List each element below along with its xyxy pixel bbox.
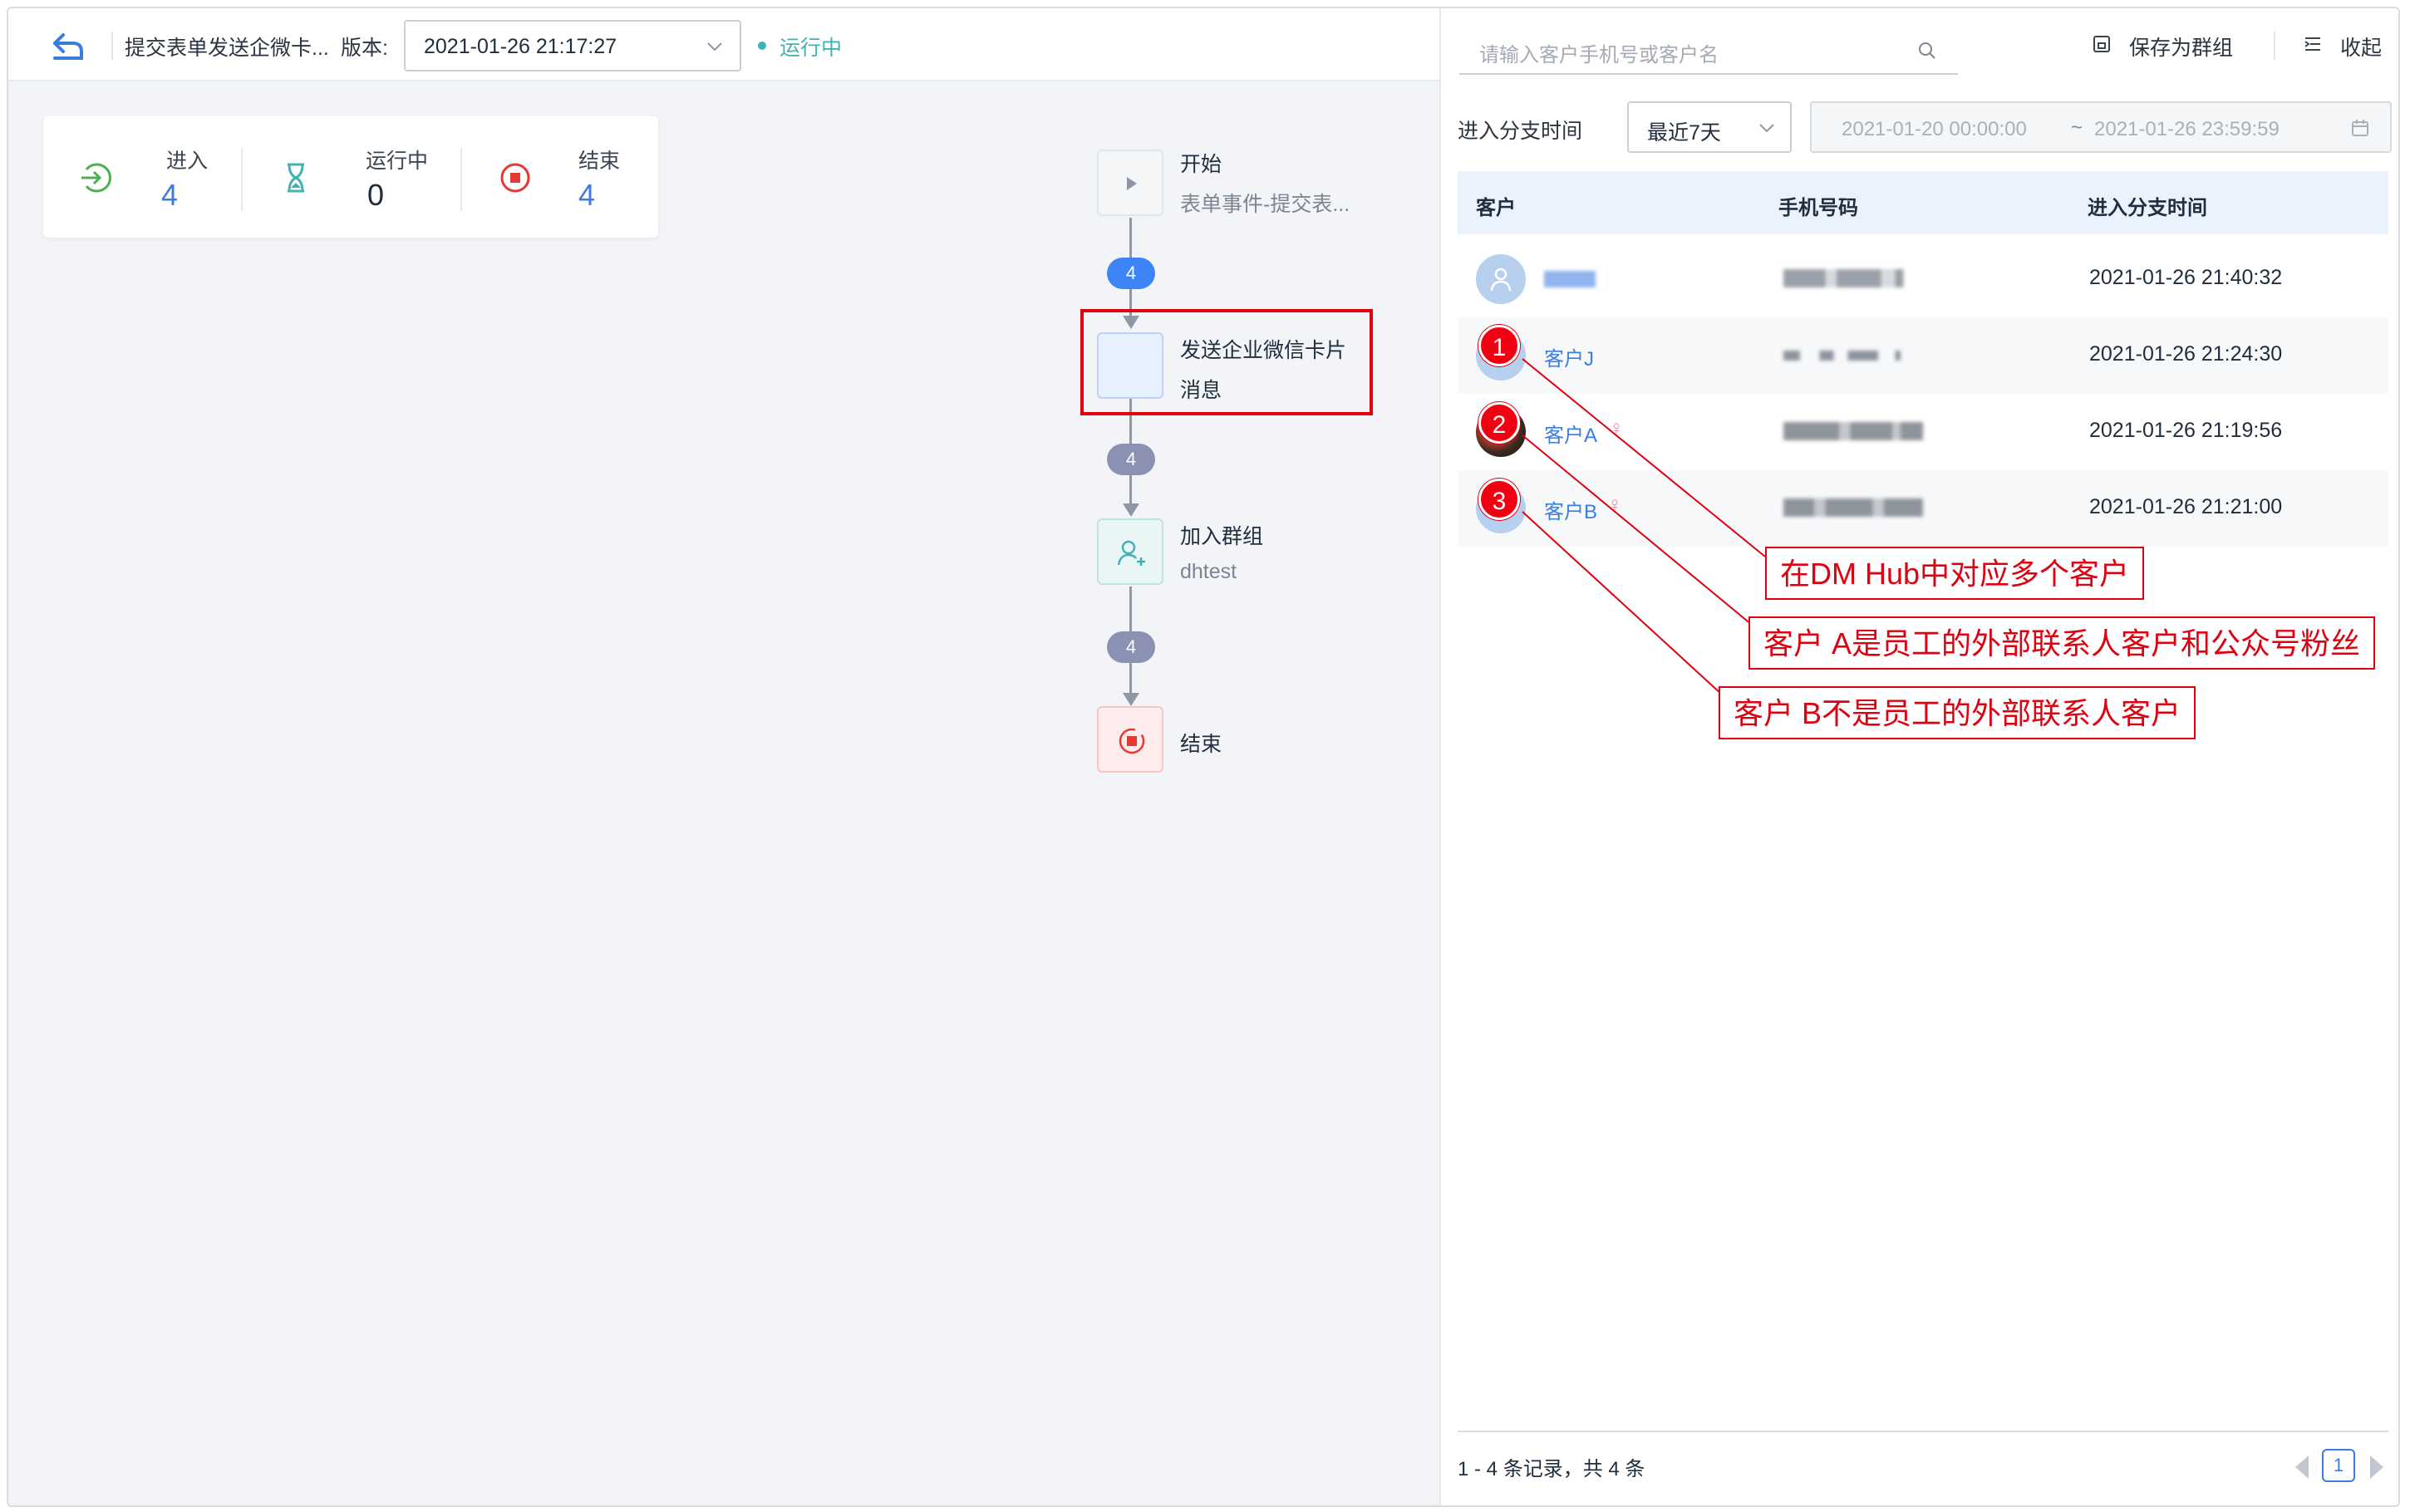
- phone-number: [1783, 269, 1923, 287]
- avatar: [1476, 254, 1526, 304]
- add-group-icon: [1117, 540, 1145, 566]
- stat-enter-value: 4: [161, 178, 179, 212]
- time-filter-label: 进入分支时间: [1458, 120, 1583, 143]
- play-icon: [1127, 177, 1137, 190]
- annotation-callout: 客户 A是员工的外部联系人客户和公众号粉丝: [1748, 616, 2376, 670]
- node-title: 结束: [1180, 733, 1222, 756]
- phone-number: [1783, 498, 1923, 517]
- flow-node-join-group[interactable]: [1097, 518, 1163, 585]
- annotation-callout: 在DM Hub中对应多个客户: [1765, 547, 2145, 600]
- table-row[interactable]: 客户B ♀ 2021-01-26 21:21:00: [1458, 470, 2388, 547]
- customer-name[interactable]: [1544, 271, 1596, 287]
- entry-time: 2021-01-26 21:40:32: [2089, 266, 2283, 289]
- version-select[interactable]: 2021-01-26 21:17:27: [404, 20, 741, 71]
- date-range-picker[interactable]: 2021-01-20 00:00:00 ~ 2021-01-26 23:59:5…: [1810, 101, 2392, 153]
- enter-icon: [81, 163, 111, 193]
- stat-running-value: 0: [367, 178, 385, 212]
- customer-name[interactable]: 客户A: [1544, 419, 1597, 448]
- table-row[interactable]: 2021-01-26 21:40:32: [1458, 241, 2388, 317]
- customer-name[interactable]: 客户B: [1544, 495, 1597, 524]
- table-header: 客户 手机号码 进入分支时间: [1458, 171, 2388, 234]
- version-value: 2021-01-26 21:17:27: [424, 35, 617, 58]
- entry-time: 2021-01-26 21:24:30: [2089, 342, 2283, 366]
- flow-title: 提交表单发送企微卡...: [125, 37, 329, 60]
- flow-node-start[interactable]: [1097, 150, 1163, 216]
- search-placeholder: 请输入客户手机号或客户名: [1479, 44, 1719, 66]
- flow-count-badge: 4: [1107, 444, 1155, 475]
- stat-enter-label: 进入: [166, 150, 209, 173]
- status-dot: [758, 42, 766, 50]
- stat-end-value: 4: [578, 178, 596, 212]
- annotation-badge: 2: [1478, 402, 1520, 444]
- date-end: 2021-01-26 23:59:59: [2094, 118, 2280, 140]
- divider: [111, 32, 113, 60]
- range-select[interactable]: 最近7天: [1627, 101, 1792, 153]
- app-window: 提交表单发送企微卡... 版本: 2021-01-26 21:17:27 运行中…: [7, 7, 2400, 1507]
- node-title: 开始: [1180, 153, 1222, 176]
- status-text: 运行中: [780, 37, 843, 60]
- annotation-badge: 3: [1478, 479, 1520, 520]
- divider: [2274, 32, 2275, 60]
- entry-time: 2021-01-26 21:19:56: [2089, 419, 2283, 442]
- date-separator: ~: [2071, 116, 2083, 139]
- save-icon: [2093, 36, 2110, 52]
- search-icon[interactable]: [1916, 40, 1938, 61]
- calendar-icon: [2352, 120, 2368, 136]
- column-header: 进入分支时间: [2088, 197, 2207, 219]
- stop-icon: [500, 163, 530, 193]
- table-row[interactable]: 客户J 2021-01-26 21:24:30: [1458, 317, 2388, 394]
- back-icon[interactable]: [48, 25, 88, 65]
- highlight-box: [1080, 309, 1373, 415]
- entry-time: 2021-01-26 21:21:00: [2089, 495, 2283, 518]
- prev-page-icon[interactable]: [2295, 1456, 2309, 1479]
- node-subtitle: dhtest: [1180, 560, 1237, 583]
- collapse-icon: [2304, 37, 2320, 51]
- stop-icon: [1119, 728, 1145, 754]
- stats-card: 进入 4 运行中 0 结束 4: [43, 116, 658, 238]
- page-number[interactable]: 1: [2322, 1449, 2355, 1482]
- flow-connector: [1129, 474, 1132, 507]
- hourglass-icon: [288, 163, 304, 193]
- save-as-group-label: 保存为群组: [2129, 37, 2234, 60]
- divider: [1458, 1431, 2388, 1432]
- record-count: 1 - 4 条记录，共 4 条: [1458, 1458, 1645, 1480]
- stat-running: 运行中 0: [243, 116, 460, 238]
- female-icon: ♀: [1609, 417, 1624, 439]
- stat-running-label: 运行中: [366, 150, 429, 173]
- female-icon: ♀: [1607, 493, 1622, 516]
- collapse-label: 收起: [2340, 37, 2383, 60]
- user-icon: [1490, 268, 1512, 292]
- annotation-callout: 客户 B不是员工的外部联系人客户: [1719, 686, 2196, 739]
- chevron-down-icon: [1759, 124, 1774, 133]
- chevron-down-icon: [707, 42, 722, 52]
- annotation-badge: 1: [1478, 325, 1520, 366]
- flow-count-badge: 4: [1107, 631, 1155, 663]
- node-subtitle: 表单事件-提交表...: [1180, 193, 1350, 216]
- node-title: 加入群组: [1180, 525, 1264, 548]
- customer-panel: 请输入客户手机号或客户名 保存为群组 收起 进入分支时间 最近7天 2021-0…: [1439, 8, 2398, 1505]
- column-header: 手机号码: [1778, 197, 1858, 219]
- flow-node-end[interactable]: [1097, 706, 1163, 773]
- next-page-icon[interactable]: [2370, 1456, 2383, 1479]
- phone-number: [1783, 422, 1923, 440]
- customer-name[interactable]: 客户J: [1544, 342, 1594, 371]
- stat-end-label: 结束: [578, 150, 621, 173]
- stat-end: 结束 4: [460, 116, 658, 238]
- top-bar: 提交表单发送企微卡... 版本: 2021-01-26 21:17:27 运行中: [8, 8, 1439, 81]
- table-row[interactable]: 客户A ♀ 2021-01-26 21:19:56: [1458, 394, 2388, 470]
- arrow-icon: [1123, 503, 1139, 517]
- arrow-icon: [1123, 693, 1139, 706]
- column-header: 客户: [1476, 197, 1516, 219]
- search-box[interactable]: 请输入客户手机号或客户名: [1459, 20, 1958, 75]
- range-value: 最近7天: [1647, 121, 1721, 145]
- phone-number: [1783, 351, 1923, 361]
- version-label: 版本:: [341, 37, 388, 60]
- stat-enter: 进入 4: [43, 116, 243, 238]
- flow-count-badge: 4: [1107, 258, 1155, 289]
- date-start: 2021-01-20 00:00:00: [1842, 118, 2027, 140]
- flow-connector: [1129, 661, 1132, 696]
